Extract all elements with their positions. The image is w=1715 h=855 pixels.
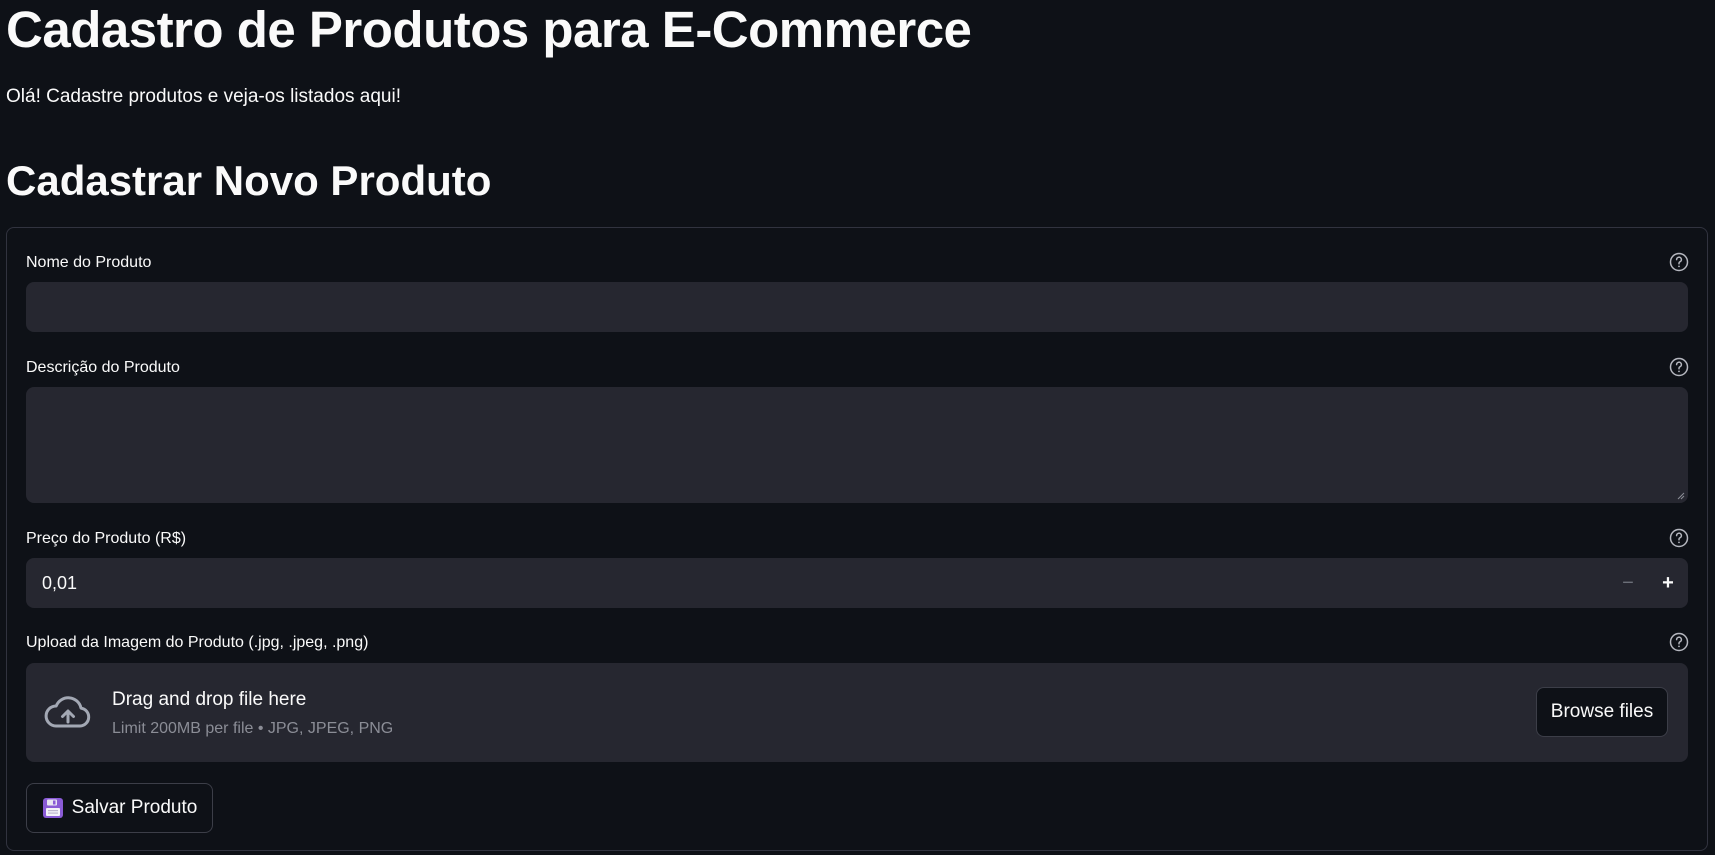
- dropzone-limit-text: Limit 200MB per file • JPG, JPEG, PNG: [112, 720, 394, 737]
- description-field-label: Descrição do Produto: [26, 359, 180, 376]
- product-name-input[interactable]: [26, 282, 1688, 332]
- floppy-disk-icon: [42, 798, 63, 818]
- app-page: Cadastro de Produtos para E-Commerce Olá…: [0, 0, 1715, 855]
- increment-button[interactable]: +: [1648, 558, 1688, 608]
- help-circle-icon[interactable]: [1669, 357, 1689, 377]
- page-subtitle: Olá! Cadastre produtos e veja-os listado…: [6, 86, 401, 107]
- save-button-label: Salvar Produto: [71, 797, 198, 818]
- name-field-label: Nome do Produto: [26, 254, 152, 271]
- resize-grip-icon[interactable]: [1677, 492, 1685, 500]
- page-title: Cadastro de Produtos para E-Commerce: [6, 1, 972, 58]
- file-dropzone[interactable]: Drag and drop file here Limit 200MB per …: [26, 663, 1688, 762]
- help-circle-icon[interactable]: [1669, 632, 1689, 652]
- save-product-button[interactable]: Salvar Produto: [26, 783, 213, 833]
- product-price-input[interactable]: 0,01 − +: [26, 558, 1688, 608]
- dropzone-instructions: Drag and drop file here: [112, 689, 307, 710]
- price-field-label: Preço do Produto (R$): [26, 530, 187, 547]
- help-circle-icon[interactable]: [1669, 252, 1689, 272]
- price-value[interactable]: 0,01: [42, 571, 77, 595]
- upload-field-label: Upload da Imagem do Produto (.jpg, .jpeg…: [26, 634, 369, 651]
- browse-files-button[interactable]: Browse files: [1536, 687, 1668, 737]
- cloud-upload-icon: [44, 693, 92, 733]
- product-description-textarea[interactable]: [26, 387, 1688, 503]
- section-title: Cadastrar Novo Produto: [6, 157, 492, 204]
- decrement-button[interactable]: −: [1608, 558, 1648, 608]
- help-circle-icon[interactable]: [1669, 528, 1689, 548]
